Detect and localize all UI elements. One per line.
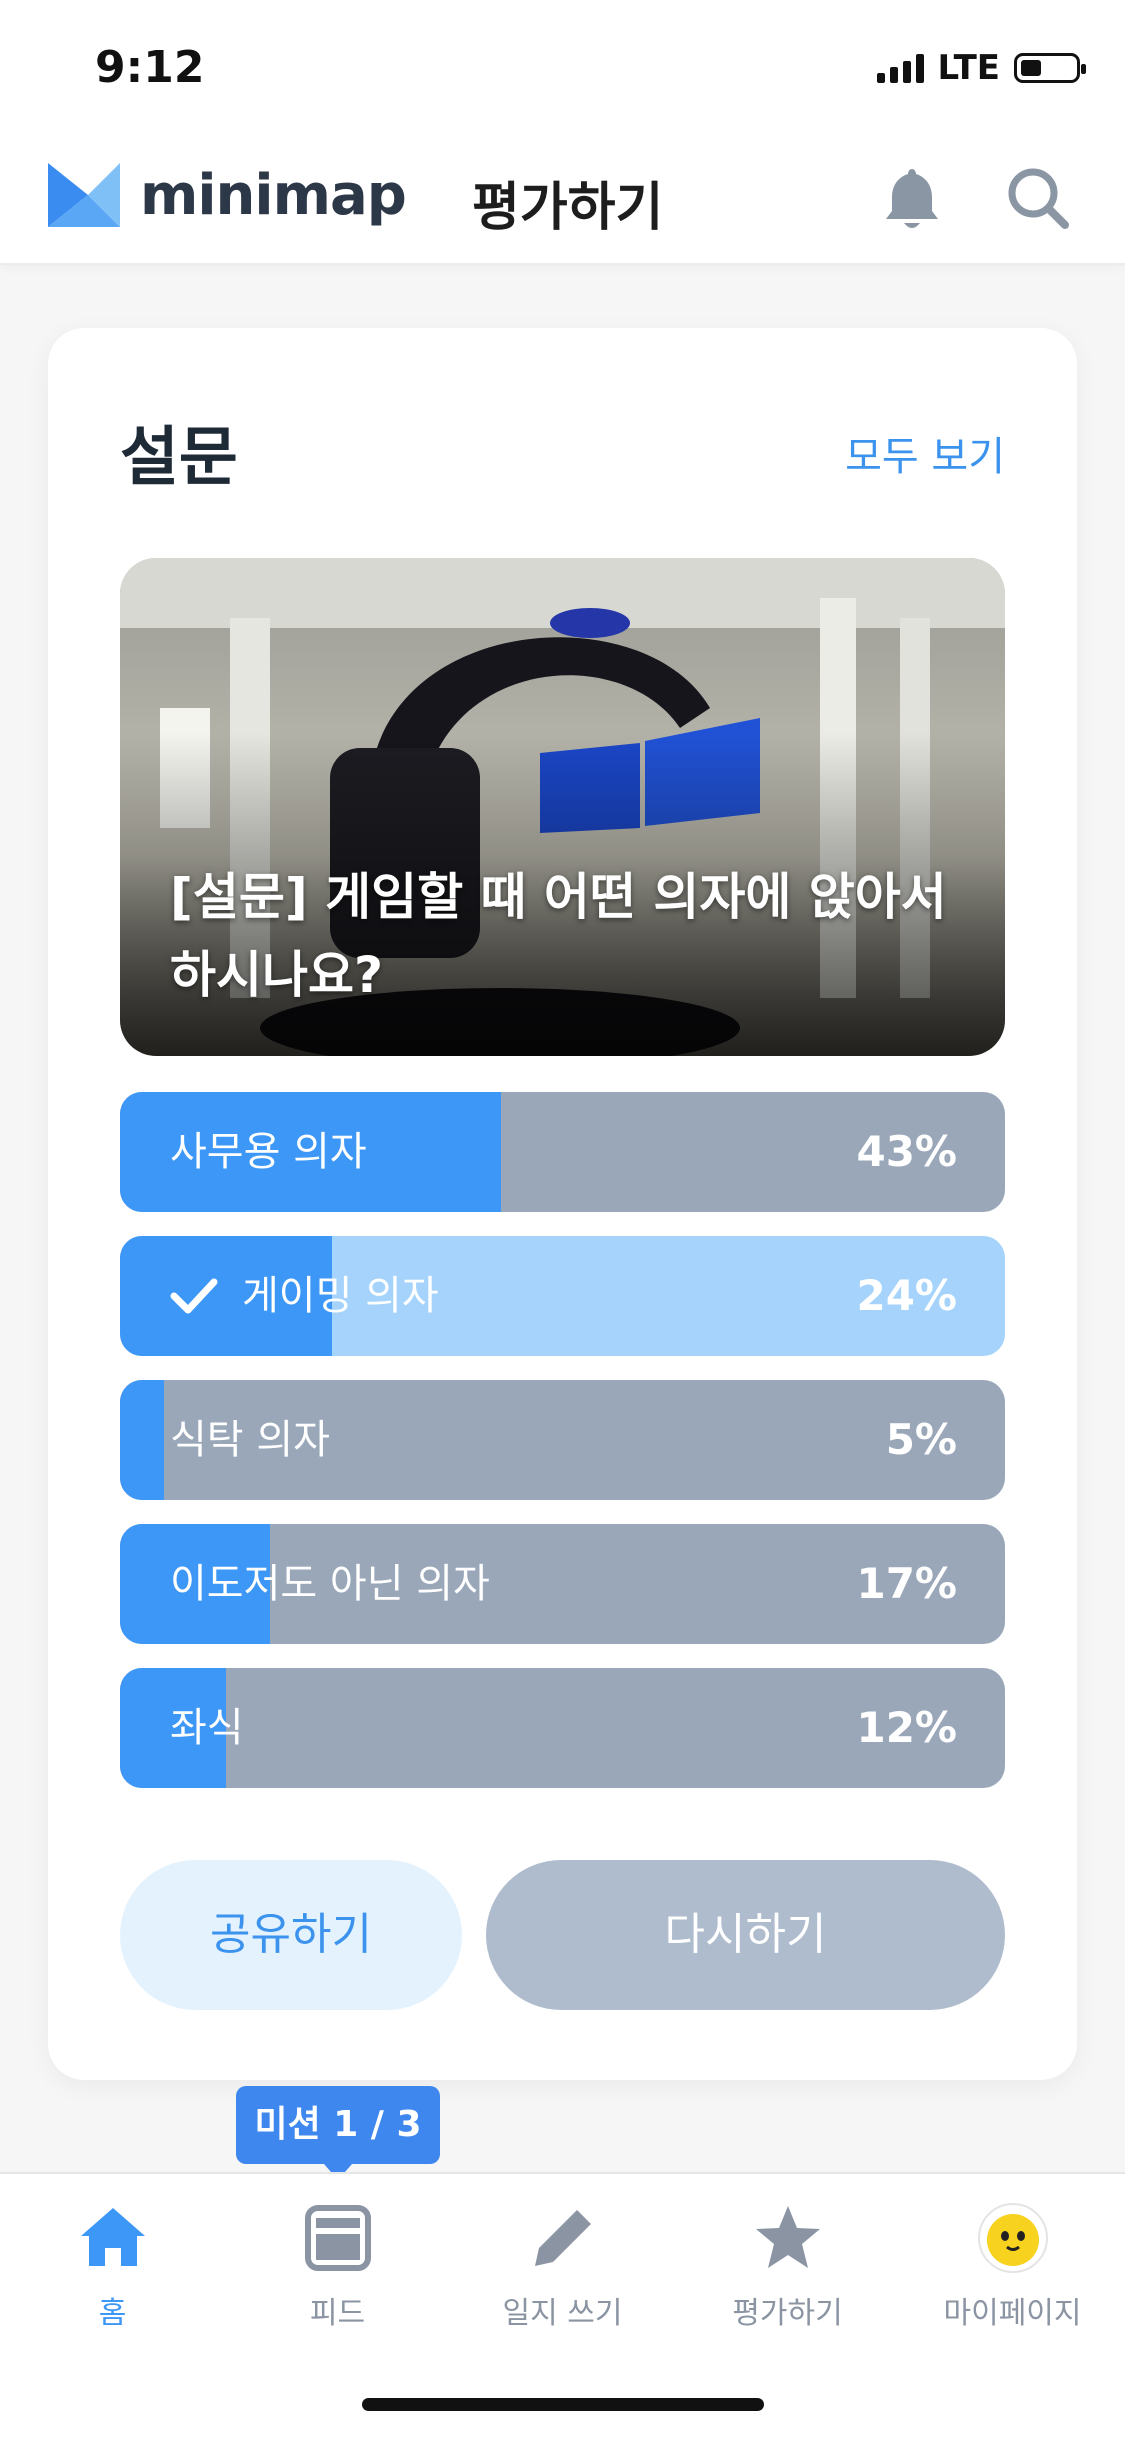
option-percent: 12% bbox=[856, 1703, 957, 1752]
app-header: minimap 평가하기 bbox=[0, 135, 1125, 265]
signal-icon bbox=[876, 53, 924, 83]
feed-icon bbox=[304, 2205, 371, 2271]
tab-rate[interactable]: 평가하기 bbox=[675, 2202, 900, 2332]
home-indicator bbox=[362, 2398, 764, 2411]
logo-text: minimap bbox=[140, 162, 407, 228]
tab-label: 평가하기 bbox=[732, 2296, 843, 2331]
tab-my-page[interactable]: 마이페이지 bbox=[900, 2202, 1125, 2332]
card-title: 설문 bbox=[120, 421, 238, 495]
battery-icon bbox=[1014, 53, 1086, 83]
app-logo[interactable]: minimap bbox=[48, 159, 407, 231]
check-icon bbox=[170, 1278, 218, 1314]
page-title: 평가하기 bbox=[472, 178, 664, 238]
option-percent: 5% bbox=[885, 1415, 957, 1464]
mission-badge[interactable]: 미션 1 / 3 bbox=[236, 2086, 440, 2180]
bell-icon[interactable] bbox=[880, 165, 944, 235]
option-gaming-chair[interactable]: 게이밍 의자 24% bbox=[120, 1236, 1005, 1356]
survey-card: 설문 모두 보기 [설문] 게임할 때 어떤 의자에 앉아서 하시나요? 사무용… bbox=[48, 328, 1077, 2080]
option-bar-fill bbox=[120, 1380, 165, 1500]
retry-button[interactable]: 다시하기 bbox=[486, 1860, 1005, 2010]
option-percent: 17% bbox=[856, 1559, 957, 1608]
option-percent: 43% bbox=[856, 1127, 957, 1176]
home-icon bbox=[80, 2208, 145, 2266]
tab-feed[interactable]: 피드 bbox=[225, 2202, 450, 2332]
star-icon bbox=[755, 2206, 820, 2268]
option-label: 좌식 bbox=[170, 1705, 244, 1751]
option-dining-chair[interactable]: 식탁 의자 5% bbox=[120, 1380, 1005, 1500]
tab-home[interactable]: 홈 bbox=[0, 2202, 225, 2332]
network-label: LTE bbox=[937, 48, 1000, 88]
see-all-link[interactable]: 모두 보기 bbox=[845, 424, 1005, 482]
tab-label: 홈 bbox=[98, 2296, 127, 2331]
option-office-chair[interactable]: 사무용 의자 43% bbox=[120, 1092, 1005, 1212]
option-other-chair[interactable]: 이도저도 아닌 의자 17% bbox=[120, 1524, 1005, 1644]
share-button[interactable]: 공유하기 bbox=[120, 1860, 462, 2010]
status-bar: 9:12 LTE bbox=[0, 0, 1125, 135]
status-indicators: LTE bbox=[876, 48, 1086, 88]
pencil-icon bbox=[534, 2210, 591, 2266]
status-time: 9:12 bbox=[95, 42, 205, 93]
option-label: 게이밍 의자 bbox=[242, 1273, 439, 1319]
option-label: 이도저도 아닌 의자 bbox=[170, 1561, 490, 1607]
survey-image[interactable]: [설문] 게임할 때 어떤 의자에 앉아서 하시나요? bbox=[120, 558, 1005, 1056]
tab-label: 마이페이지 bbox=[943, 2296, 1082, 2331]
option-floor-seating[interactable]: 좌식 12% bbox=[120, 1668, 1005, 1788]
search-icon[interactable] bbox=[1005, 165, 1071, 231]
tab-write-log[interactable]: 일지 쓰기 bbox=[450, 2202, 675, 2332]
tab-label: 피드 bbox=[309, 2296, 366, 2331]
avatar-icon bbox=[977, 2203, 1048, 2273]
minimap-logo-icon bbox=[48, 163, 120, 227]
option-label: 식탁 의자 bbox=[170, 1417, 330, 1463]
option-percent: 24% bbox=[856, 1271, 957, 1320]
option-label: 사무용 의자 bbox=[170, 1129, 367, 1175]
tab-label: 일지 쓰기 bbox=[502, 2296, 623, 2331]
survey-question: [설문] 게임할 때 어떤 의자에 앉아서 하시나요? bbox=[170, 868, 947, 1004]
